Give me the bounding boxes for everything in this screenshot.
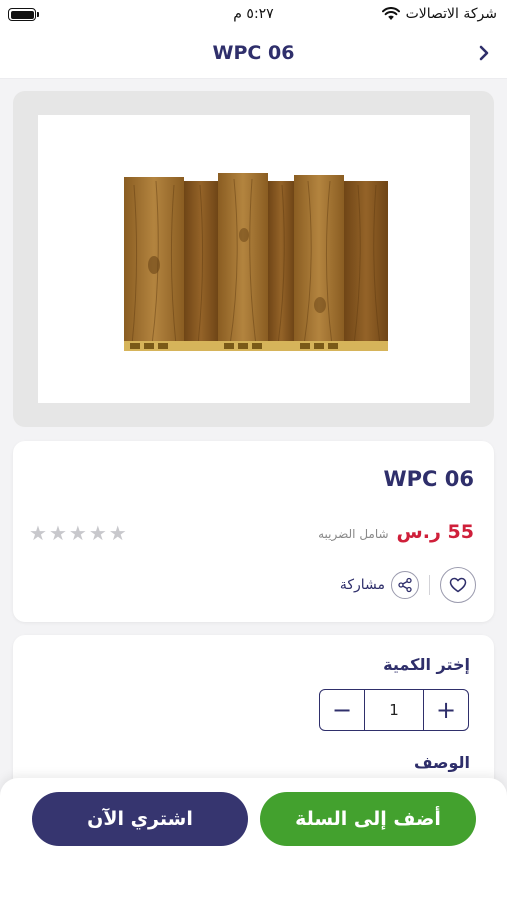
product-image[interactable] xyxy=(38,115,470,403)
rating-stars[interactable]: ★ ★ ★ ★ ★ xyxy=(29,521,127,545)
wifi-icon xyxy=(381,7,400,20)
chevron-right-icon[interactable] xyxy=(474,42,496,64)
actions-divider xyxy=(429,575,430,595)
buy-now-button[interactable]: اشتري الآن xyxy=(32,792,248,846)
share-icon xyxy=(398,577,412,593)
quantity-value[interactable]: 1 xyxy=(364,690,424,730)
price-row: 55 ر.س شامل الضريبه xyxy=(318,521,474,543)
star-icon[interactable]: ★ xyxy=(69,521,87,545)
quantity-stepper: − 1 + xyxy=(319,689,469,731)
bottom-action-bar: اشتري الآن أضف إلى السلة xyxy=(0,778,507,900)
wood-panel-image xyxy=(124,173,388,351)
status-carrier-group: شركة الاتصالات xyxy=(381,6,497,22)
quantity-label: إختر الكمية xyxy=(383,655,470,674)
decrement-button[interactable]: − xyxy=(320,690,364,730)
nav-title: WPC 06 xyxy=(212,42,295,64)
share-button[interactable]: مشاركة xyxy=(340,571,419,599)
star-icon[interactable]: ★ xyxy=(49,521,67,545)
heart-icon xyxy=(449,577,467,593)
product-actions: مشاركة xyxy=(340,567,476,603)
increment-button[interactable]: + xyxy=(424,690,468,730)
share-icon-circle[interactable] xyxy=(391,571,419,599)
favorite-button[interactable] xyxy=(440,567,476,603)
product-image-card xyxy=(13,91,494,427)
product-price: 55 ر.س xyxy=(396,521,474,543)
star-icon[interactable]: ★ xyxy=(109,521,127,545)
description-label: الوصف xyxy=(413,753,470,772)
carrier-name: شركة الاتصالات xyxy=(405,6,497,22)
star-icon[interactable]: ★ xyxy=(89,521,107,545)
status-bar: ٥:٢٧ م شركة الاتصالات xyxy=(0,0,507,30)
nav-bar: WPC 06 xyxy=(0,30,507,79)
add-to-cart-button[interactable]: أضف إلى السلة xyxy=(260,792,476,846)
share-label: مشاركة xyxy=(339,577,385,593)
product-info-card: WPC 06 55 ر.س شامل الضريبه ★ ★ ★ ★ ★ مشا… xyxy=(13,441,494,622)
star-icon[interactable]: ★ xyxy=(29,521,47,545)
tax-note: شامل الضريبه xyxy=(318,527,389,541)
product-title: WPC 06 xyxy=(383,467,474,491)
